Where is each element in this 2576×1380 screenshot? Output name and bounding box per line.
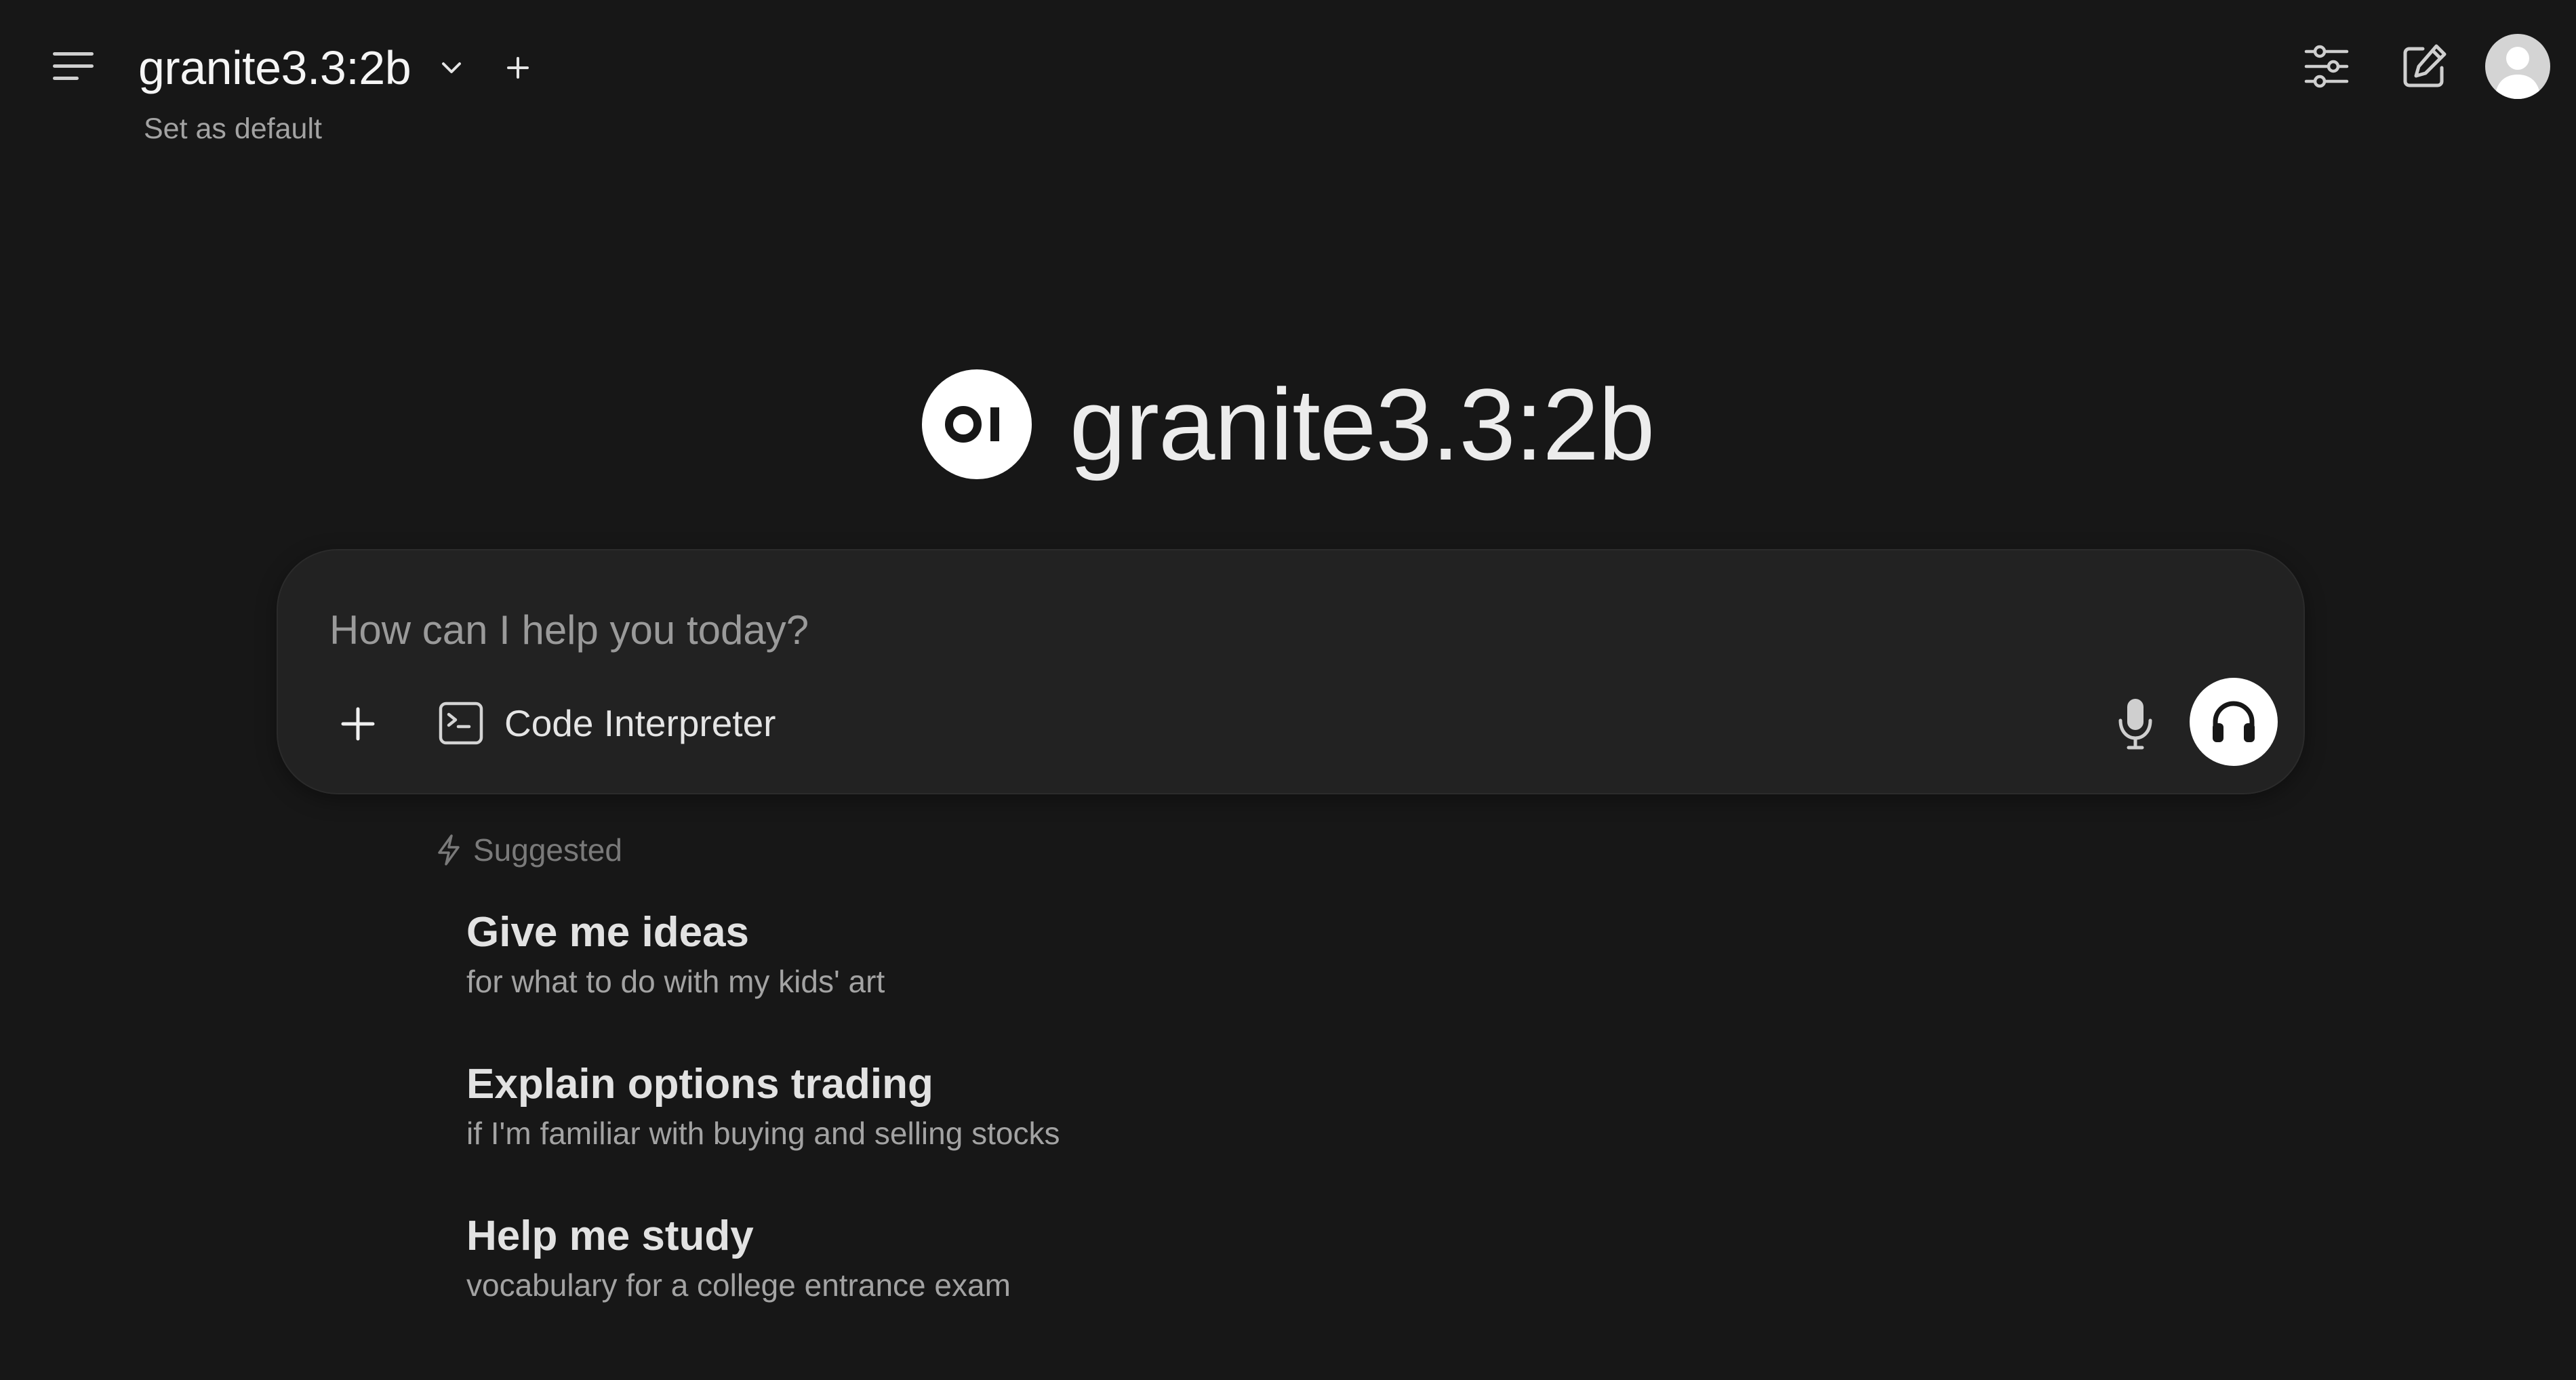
suggestion-title: Help me study bbox=[466, 1213, 754, 1259]
model-name[interactable]: granite3.3:2b bbox=[138, 41, 411, 95]
suggested-header: Suggested bbox=[434, 828, 622, 872]
hero-model-title: granite3.3:2b bbox=[1069, 367, 1655, 481]
code-interpreter-toggle[interactable]: Code Interpreter bbox=[438, 693, 776, 754]
suggestion-subtitle: for what to do with my kids' art bbox=[466, 964, 885, 999]
suggestion-title: Give me ideas bbox=[466, 909, 750, 956]
sidebar-toggle-button[interactable] bbox=[42, 39, 104, 94]
new-chat-button[interactable] bbox=[2390, 33, 2458, 100]
model-logo bbox=[921, 369, 1032, 479]
model-hero: granite3.3:2b bbox=[0, 366, 2576, 483]
open-webui-logo bbox=[944, 406, 999, 443]
user-avatar-button[interactable] bbox=[2485, 34, 2550, 99]
set-as-default-link[interactable]: Set as default bbox=[144, 113, 322, 146]
chat-controls-button[interactable] bbox=[2293, 33, 2360, 100]
plus-icon bbox=[341, 707, 375, 741]
code-interpreter-label: Code Interpreter bbox=[504, 702, 776, 744]
add-model-button[interactable] bbox=[498, 47, 538, 88]
message-input-card: Code Interpreter bbox=[277, 549, 2305, 794]
attach-button[interactable] bbox=[324, 690, 392, 758]
message-input[interactable] bbox=[328, 599, 2226, 660]
bolt-icon bbox=[438, 834, 460, 866]
top-right-controls bbox=[2263, 28, 2550, 104]
suggestion-subtitle: vocabulary for a college entrance exam bbox=[466, 1267, 1011, 1303]
microphone-icon bbox=[2118, 699, 2152, 750]
edit-icon bbox=[2403, 44, 2447, 87]
suggested-label: Suggested bbox=[473, 832, 622, 868]
terminal-icon bbox=[439, 702, 483, 745]
suggestion-subtitle: if I'm familiar with buying and selling … bbox=[466, 1116, 1060, 1151]
sliders-icon bbox=[2304, 45, 2349, 88]
model-selector[interactable]: granite3.3:2b bbox=[138, 34, 538, 102]
chevron-down-icon bbox=[442, 62, 462, 73]
suggestion-title: Explain options trading bbox=[466, 1061, 933, 1108]
dictate-button[interactable] bbox=[2101, 690, 2169, 758]
menu-icon bbox=[53, 52, 94, 80]
suggestion-item[interactable]: Explain options trading if I'm familiar … bbox=[466, 1057, 1415, 1193]
voice-mode-button[interactable] bbox=[2190, 678, 2278, 766]
top-bar: granite3.3:2b Set as default bbox=[0, 0, 2576, 163]
plus-icon bbox=[507, 57, 529, 79]
user-avatar-icon bbox=[2495, 47, 2541, 99]
headphones-icon bbox=[2213, 701, 2255, 742]
suggestion-item[interactable]: Give me ideas for what to do with my kid… bbox=[466, 906, 1415, 1041]
model-dropdown-button[interactable] bbox=[431, 47, 472, 88]
suggestion-item[interactable]: Help me study vocabulary for a college e… bbox=[466, 1209, 1415, 1345]
